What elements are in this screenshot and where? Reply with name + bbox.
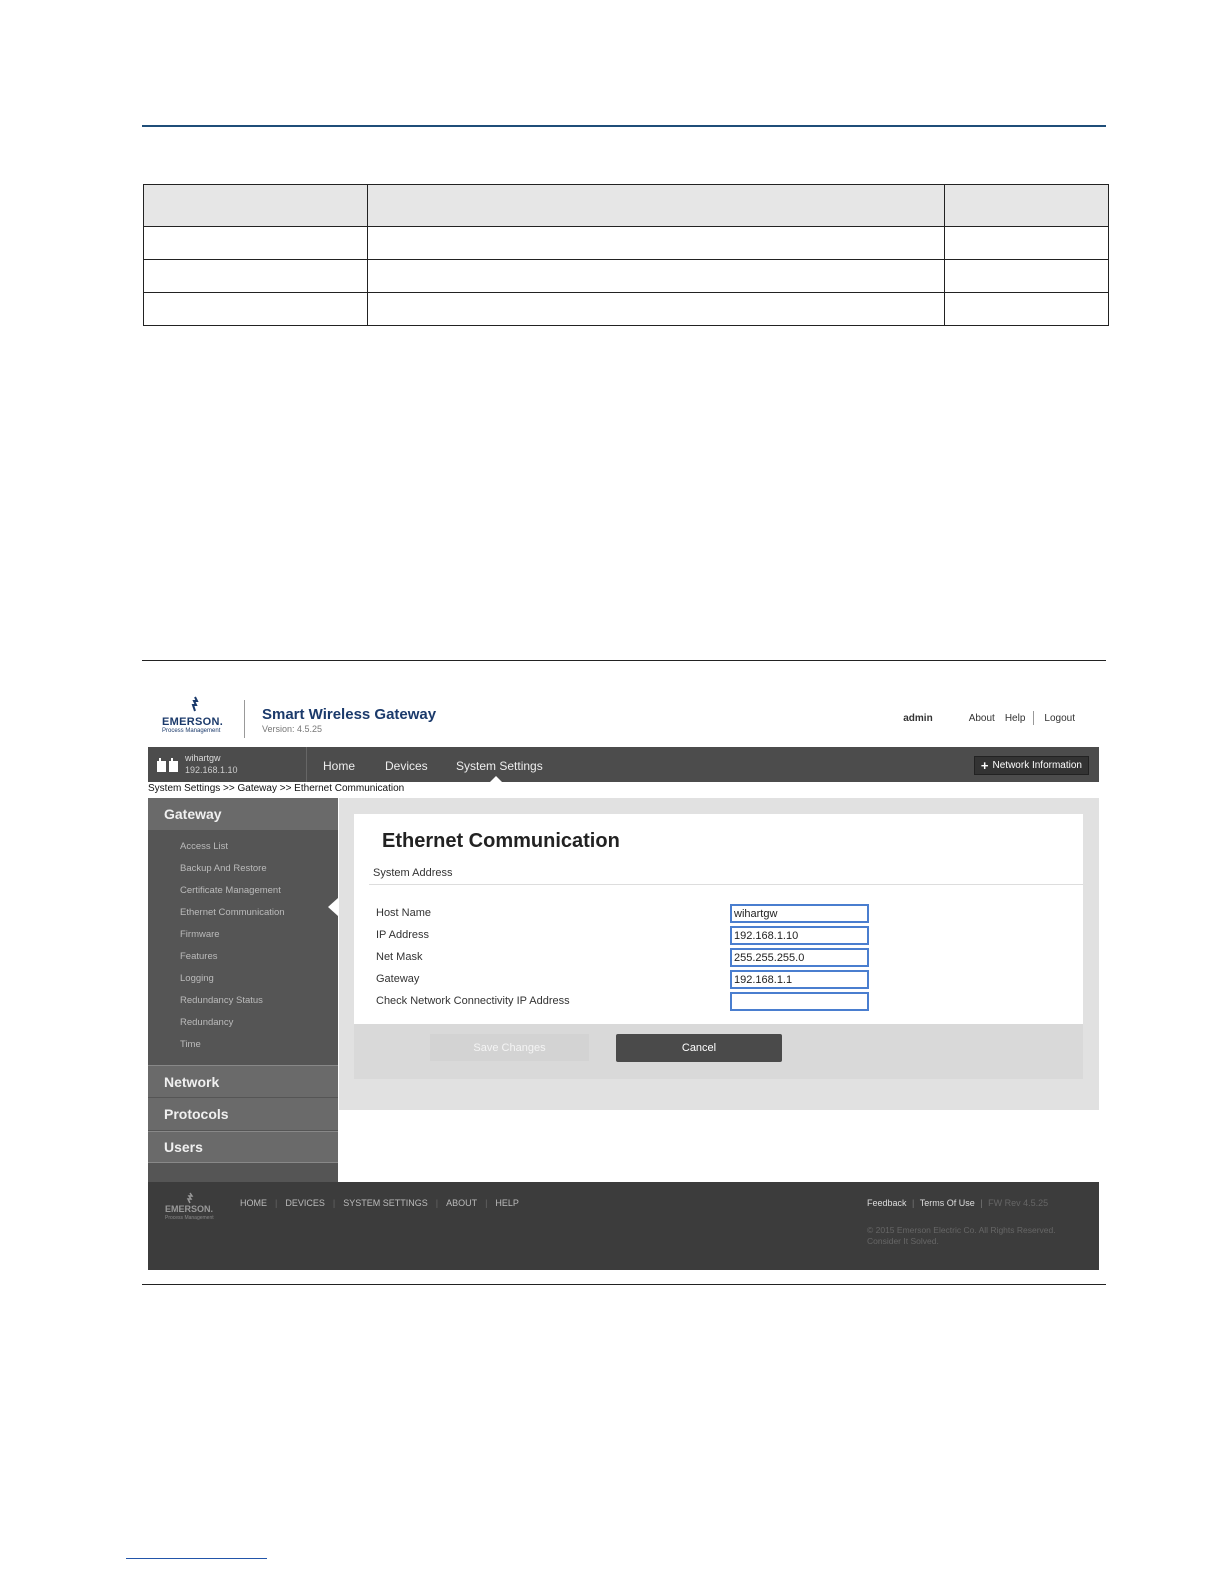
app-version: Version: 4.5.25 (262, 724, 323, 734)
content-lower-area (339, 1110, 1099, 1182)
host-info: wihartgw 192.168.1.10 (148, 747, 307, 782)
sidebar-item-ethernet-communication[interactable]: Ethernet Communication (180, 907, 285, 918)
section-subtitle: System Address (373, 867, 453, 879)
footer-logo-mark-icon (186, 1192, 194, 1204)
gateway-label: Gateway (376, 973, 420, 985)
brand-name: EMERSON. (162, 716, 224, 728)
table-header-row (143, 184, 1109, 227)
ip-address-field[interactable] (730, 926, 869, 945)
footer-link-devices[interactable]: DEVICES (285, 1198, 325, 1208)
active-sidebar-pointer (328, 898, 338, 916)
username: admin (903, 712, 933, 724)
connectivity-ip-field[interactable] (730, 992, 869, 1011)
link-separator (1033, 711, 1035, 725)
ip-address-label: IP Address (376, 929, 429, 941)
footer-logo: EMERSON. Process Management (165, 1192, 225, 1222)
section-divider (369, 884, 1083, 885)
host-name-field[interactable] (730, 904, 869, 923)
feedback-link[interactable]: Feedback (867, 1198, 907, 1208)
app-header: EMERSON. Process Management Smart Wirele… (148, 690, 1099, 747)
sidebar-item-backup-restore[interactable]: Backup And Restore (180, 863, 267, 874)
network-information-label: Network Information (992, 760, 1082, 771)
nav-devices[interactable]: Devices (385, 759, 428, 773)
footer-link-help[interactable]: HELP (495, 1198, 519, 1208)
network-information-button[interactable]: + Network Information (973, 756, 1089, 775)
footer-meta-separator: | (912, 1198, 915, 1208)
sidebar-section-gateway[interactable]: Gateway (148, 798, 338, 830)
gateway-field[interactable] (730, 970, 869, 989)
footer-copyright: © 2015 Emerson Electric Co. All Rights R… (867, 1225, 1056, 1247)
footer-meta: Feedback | Terms Of Use | FW Rev 4.5.25 (867, 1198, 1048, 1208)
sidebar-item-certificate-management[interactable]: Certificate Management (180, 885, 281, 896)
footer-link-separator: | (332, 1198, 336, 1208)
footer-brand-subtitle: Process Management (165, 1215, 214, 1221)
page-title: Ethernet Communication (382, 830, 620, 852)
sidebar-section-protocols[interactable]: Protocols (148, 1098, 338, 1130)
footer-links: HOME | DEVICES | SYSTEM SETTINGS | ABOUT… (240, 1198, 519, 1208)
host-name: wihartgw (185, 753, 221, 763)
main-navbar: wihartgw 192.168.1.10 Home Devices Syste… (148, 747, 1099, 782)
host-ip: 192.168.1.10 (185, 765, 238, 775)
footer-meta-separator: | (980, 1198, 983, 1208)
table-row (143, 226, 1109, 260)
figure-bottom-rule (142, 1284, 1106, 1285)
nav-home[interactable]: Home (323, 759, 355, 773)
table-row (143, 292, 1109, 326)
emerson-logo-mark-icon (191, 696, 199, 712)
firmware-revision: FW Rev 4.5.25 (988, 1198, 1049, 1208)
sidebar-section-network[interactable]: Network (148, 1065, 338, 1097)
footnote-rule (126, 1558, 267, 1559)
sidebar-item-time[interactable]: Time (180, 1039, 201, 1050)
footer-link-separator: | (485, 1198, 488, 1208)
app-footer: EMERSON. Process Management HOME | DEVIC… (148, 1182, 1099, 1270)
sidebar-item-firmware[interactable]: Firmware (180, 929, 220, 940)
host-name-label: Host Name (376, 907, 432, 919)
help-link[interactable]: Help (1005, 713, 1026, 724)
emerson-logo: EMERSON. Process Management (160, 696, 236, 736)
sidebar-item-redundancy-status[interactable]: Redundancy Status (180, 995, 263, 1006)
save-changes-button[interactable]: Save Changes (430, 1034, 589, 1061)
active-nav-indicator (490, 776, 502, 782)
net-mask-label: Net Mask (376, 951, 423, 963)
about-link[interactable]: About (969, 713, 995, 724)
brand-subtitle: Process Management (162, 728, 221, 734)
footer-link-separator: | (435, 1198, 439, 1208)
figure-top-rule (142, 660, 1106, 661)
doc-table (143, 184, 1109, 326)
ethernet-panel: Ethernet Communication System Address Ho… (354, 814, 1083, 1024)
copyright-text: © 2015 Emerson Electric Co. All Rights R… (867, 1225, 1056, 1235)
content-area: Ethernet Communication System Address Ho… (339, 798, 1099, 1182)
table-row (143, 259, 1109, 293)
plus-icon: + (980, 758, 989, 773)
breadcrumb: System Settings >> Gateway >> Ethernet C… (148, 783, 405, 794)
app-title: Smart Wireless Gateway (262, 706, 437, 723)
gateway-screenshot: EMERSON. Process Management Smart Wirele… (148, 690, 1099, 1270)
footer-brand-name: EMERSON. (165, 1204, 214, 1214)
logout-link[interactable]: Logout (1044, 713, 1075, 724)
tagline-text: Consider It Solved. (867, 1236, 939, 1246)
sidebar-item-access-list[interactable]: Access List (180, 841, 228, 852)
terms-link[interactable]: Terms Of Use (920, 1198, 975, 1208)
footer-link-system-settings[interactable]: SYSTEM SETTINGS (343, 1198, 428, 1208)
sidebar-item-redundancy[interactable]: Redundancy (180, 1017, 233, 1028)
sidebar-item-logging[interactable]: Logging (180, 973, 214, 984)
header-divider (244, 700, 245, 738)
footer-link-separator: | (275, 1198, 278, 1208)
footer-link-home[interactable]: HOME (240, 1198, 267, 1208)
footer-link-about[interactable]: ABOUT (446, 1198, 477, 1208)
connectivity-ip-label: Check Network Connectivity IP Address (376, 995, 570, 1007)
gateway-device-icon (157, 758, 178, 772)
user-links: admin About Help Logout (903, 711, 1075, 725)
top-rule (142, 125, 1106, 127)
sidebar-item-features[interactable]: Features (180, 951, 218, 962)
sidebar-section-users[interactable]: Users (148, 1131, 338, 1163)
cancel-button[interactable]: Cancel (616, 1034, 782, 1062)
button-bar: Save Changes Cancel (354, 1024, 1083, 1079)
nav-system-settings[interactable]: System Settings (456, 759, 543, 773)
sidebar: Gateway Access List Backup And Restore C… (148, 798, 338, 1182)
net-mask-field[interactable] (730, 948, 869, 967)
